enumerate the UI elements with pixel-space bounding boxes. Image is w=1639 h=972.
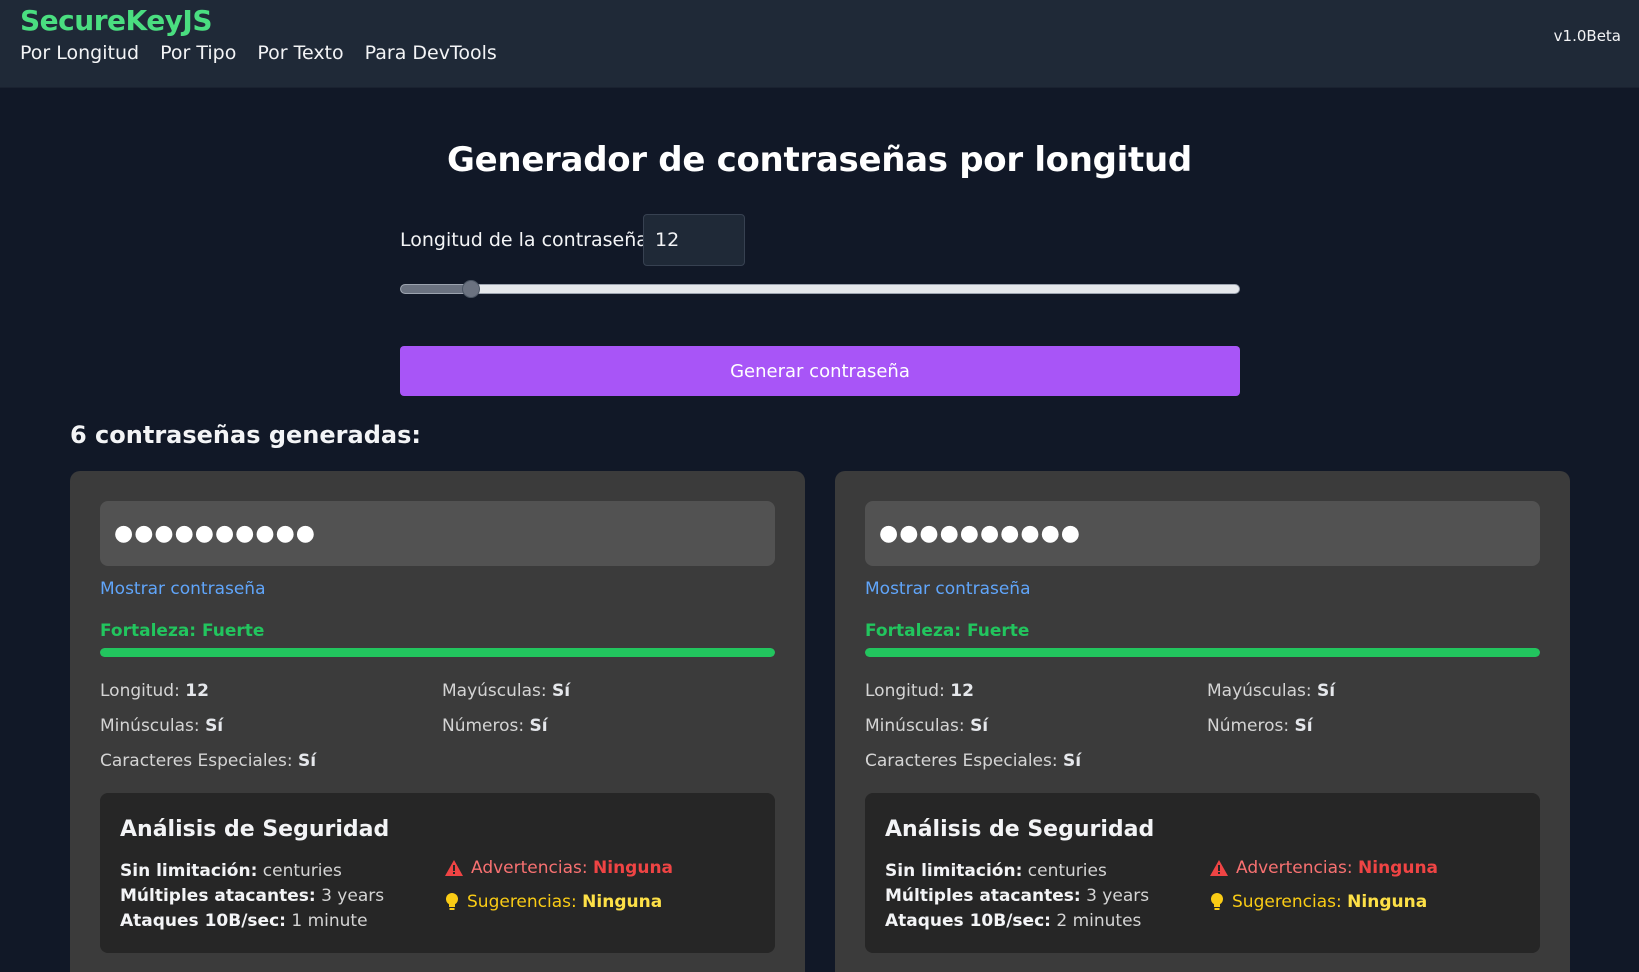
password-card: ●●●●●●●●●● Mostrar contraseña Fortaleza:… xyxy=(70,471,805,972)
generated-count-title: 6 contraseñas generadas: xyxy=(70,421,421,449)
password-field[interactable]: ●●●●●●●●●● xyxy=(865,501,1540,566)
main-nav: Por Longitud Por Tipo Por Texto Para Dev… xyxy=(20,42,497,64)
analysis-attacks-10b: Ataques 10B/sec: 2 minutes xyxy=(885,911,1142,931)
analysis-attacks-10b: Ataques 10B/sec: 1 minute xyxy=(120,911,368,931)
lightbulb-icon xyxy=(1211,893,1223,910)
show-password-link[interactable]: Mostrar contraseña xyxy=(100,579,266,599)
lightbulb-icon xyxy=(446,893,458,910)
nav-por-longitud[interactable]: Por Longitud xyxy=(20,42,139,64)
prop-uppercase: Mayúsculas: Sí xyxy=(442,681,571,701)
password-field[interactable]: ●●●●●●●●●● xyxy=(100,501,775,566)
prop-lowercase: Minúsculas: Sí xyxy=(865,716,989,736)
page-title: Generador de contraseñas por longitud xyxy=(447,140,1192,180)
length-label: Longitud de la contraseña: xyxy=(400,229,655,251)
nav-para-devtools[interactable]: Para DevTools xyxy=(365,42,497,64)
strength-bar-fill xyxy=(865,648,1540,657)
security-analysis-panel: Análisis de Seguridad Sin limitación: ce… xyxy=(865,793,1540,953)
analysis-title: Análisis de Seguridad xyxy=(120,817,390,842)
strength-bar-fill xyxy=(100,648,775,657)
prop-numbers: Números: Sí xyxy=(1207,716,1313,736)
length-slider-fill xyxy=(401,285,471,293)
analysis-suggestions: Sugerencias: Ninguna xyxy=(445,892,662,912)
prop-special: Caracteres Especiales: Sí xyxy=(100,751,317,771)
strength-bar xyxy=(100,648,775,657)
strength-bar xyxy=(865,648,1540,657)
security-analysis-panel: Análisis de Seguridad Sin limitación: ce… xyxy=(100,793,775,953)
analysis-suggestions: Sugerencias: Ninguna xyxy=(1210,892,1427,912)
analysis-multi-attackers: Múltiples atacantes: 3 years xyxy=(120,886,385,906)
show-password-link[interactable]: Mostrar contraseña xyxy=(865,579,1031,599)
password-card: ●●●●●●●●●● Mostrar contraseña Fortaleza:… xyxy=(835,471,1570,972)
analysis-unlimited: Sin limitación: centuries xyxy=(885,861,1107,881)
strength-label: Fortaleza: Fuerte xyxy=(100,621,265,641)
prop-uppercase: Mayúsculas: Sí xyxy=(1207,681,1336,701)
nav-por-texto[interactable]: Por Texto xyxy=(257,42,343,64)
prop-length: Longitud: 12 xyxy=(100,681,209,701)
warning-icon xyxy=(445,860,463,876)
prop-special: Caracteres Especiales: Sí xyxy=(865,751,1082,771)
brand-logo[interactable]: SecureKeyJS xyxy=(20,4,213,37)
analysis-multi-attackers: Múltiples atacantes: 3 years xyxy=(885,886,1150,906)
analysis-warnings: Advertencias: Ninguna xyxy=(1210,858,1438,878)
length-input[interactable] xyxy=(643,214,745,266)
version-label: v1.0Beta xyxy=(1553,27,1621,45)
prop-length: Longitud: 12 xyxy=(865,681,974,701)
generate-password-button[interactable]: Generar contraseña xyxy=(400,346,1240,396)
top-navbar: SecureKeyJS Por Longitud Por Tipo Por Te… xyxy=(0,0,1639,88)
strength-label: Fortaleza: Fuerte xyxy=(865,621,1030,641)
prop-numbers: Números: Sí xyxy=(442,716,548,736)
length-slider[interactable] xyxy=(400,280,1240,298)
prop-lowercase: Minúsculas: Sí xyxy=(100,716,224,736)
analysis-warnings: Advertencias: Ninguna xyxy=(445,858,673,878)
warning-icon xyxy=(1210,860,1228,876)
length-slider-thumb[interactable] xyxy=(461,280,480,298)
analysis-unlimited: Sin limitación: centuries xyxy=(120,861,342,881)
analysis-title: Análisis de Seguridad xyxy=(885,817,1155,842)
nav-por-tipo[interactable]: Por Tipo xyxy=(160,42,236,64)
